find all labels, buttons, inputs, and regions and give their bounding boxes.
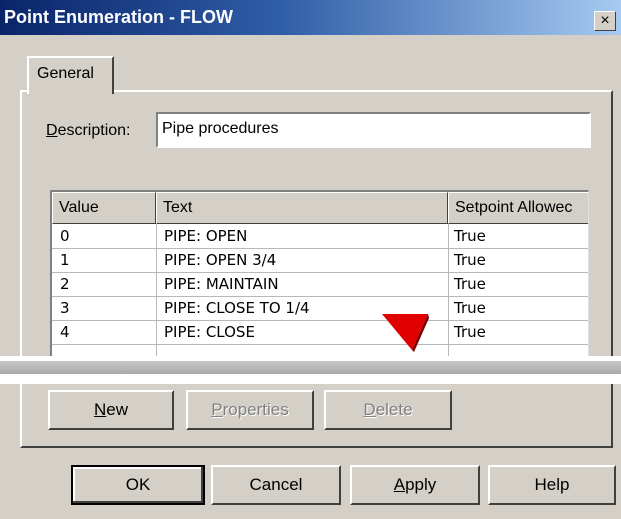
table-row[interactable]: 0 PIPE: OPEN True: [52, 225, 588, 249]
enumeration-list[interactable]: Value Text Setpoint Allowec 0 PIPE: OPEN…: [50, 190, 589, 360]
window-title: Point Enumeration - FLOW: [4, 7, 233, 27]
cell-value: 3: [60, 299, 70, 317]
point-enumeration-dialog: Point Enumeration - FLOW × General Descr…: [0, 0, 621, 519]
description-input[interactable]: Pipe procedures: [156, 112, 591, 148]
title-bar[interactable]: Point Enumeration - FLOW ×: [0, 0, 621, 35]
description-label: Description:: [46, 122, 131, 139]
column-header-setpoint-allowed[interactable]: Setpoint Allowec: [448, 192, 588, 224]
properties-button[interactable]: Properties: [186, 390, 314, 430]
close-icon: ×: [600, 12, 610, 29]
cell-value: 2: [60, 275, 70, 293]
table-row[interactable]: 2 PIPE: MAINTAIN True: [52, 273, 588, 297]
table-row[interactable]: 3 PIPE: CLOSE TO 1/4 True: [52, 297, 588, 321]
cell-setpoint: True: [454, 227, 486, 245]
ok-button[interactable]: OK: [71, 465, 205, 505]
tab-general[interactable]: General: [27, 56, 114, 94]
delete-button[interactable]: Delete: [324, 390, 452, 430]
cell-text: PIPE: OPEN 3/4: [164, 251, 277, 269]
cell-value: 1: [60, 251, 70, 269]
screenshot-crop-band: [0, 356, 621, 384]
cell-text: PIPE: CLOSE: [164, 323, 255, 341]
red-arrow-cursor-icon: [382, 314, 429, 352]
cell-value: 0: [60, 227, 70, 245]
cancel-button[interactable]: Cancel: [211, 465, 341, 505]
cell-value: 4: [60, 323, 70, 341]
new-button[interactable]: New: [48, 390, 174, 430]
help-button[interactable]: Help: [488, 465, 616, 505]
apply-button[interactable]: Apply: [350, 465, 480, 505]
table-row[interactable]: 1 PIPE: OPEN 3/4 True: [52, 249, 588, 273]
cell-setpoint: True: [454, 251, 486, 269]
cell-text: PIPE: CLOSE TO 1/4: [164, 299, 310, 317]
table-row[interactable]: 4 PIPE: CLOSE True: [52, 321, 588, 345]
column-header-value[interactable]: Value: [52, 192, 156, 224]
cell-text: PIPE: MAINTAIN: [164, 275, 279, 293]
column-header-text[interactable]: Text: [156, 192, 448, 224]
crop-band-bar: [0, 361, 621, 374]
close-button[interactable]: ×: [594, 11, 616, 31]
cell-setpoint: True: [454, 299, 486, 317]
cell-setpoint: True: [454, 275, 486, 293]
cell-text: PIPE: OPEN: [164, 227, 248, 245]
cell-setpoint: True: [454, 323, 486, 341]
tab-general-label: General: [37, 65, 94, 82]
